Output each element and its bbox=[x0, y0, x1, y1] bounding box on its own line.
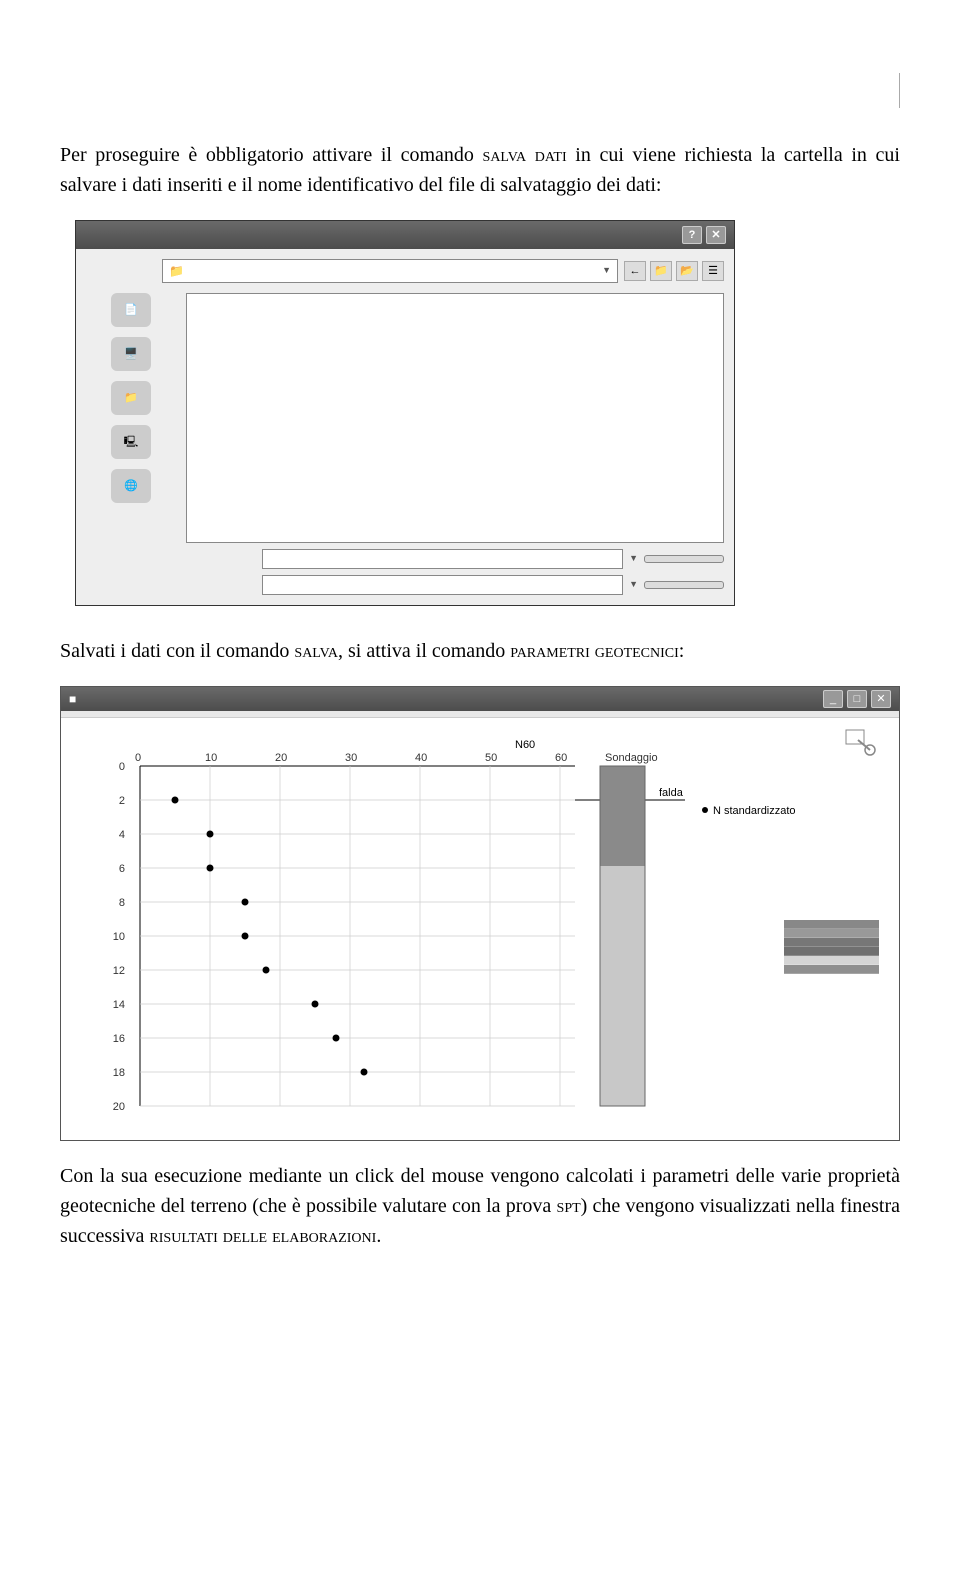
nav-view-button[interactable]: ☰ bbox=[702, 261, 724, 281]
svg-text:2: 2 bbox=[119, 795, 125, 807]
svg-text:N standardizzato: N standardizzato bbox=[713, 805, 796, 817]
cancel-button[interactable] bbox=[644, 581, 724, 589]
save-button[interactable] bbox=[644, 555, 724, 563]
chevron-down-icon[interactable]: ▼ bbox=[629, 578, 638, 592]
save-file-dialog: ? ✕ 📁 ▼ ← 📁 📂 ☰ bbox=[75, 220, 735, 606]
svg-text:18: 18 bbox=[113, 1067, 125, 1079]
minimize-button[interactable]: _ bbox=[823, 690, 843, 708]
chevron-down-icon: ▼ bbox=[602, 264, 611, 278]
svg-text:0: 0 bbox=[135, 752, 141, 764]
legend-item bbox=[784, 938, 879, 947]
desktop-icon: 🖥️ bbox=[111, 337, 151, 371]
lithology-legend bbox=[784, 916, 879, 974]
documents-icon: 📁 bbox=[111, 381, 151, 415]
chart-window: ■ _ □ ✕ N60 bbox=[60, 686, 900, 1141]
computer-icon: 🖳 bbox=[111, 425, 151, 459]
chevron-down-icon[interactable]: ▼ bbox=[629, 552, 638, 566]
svg-text:10: 10 bbox=[205, 752, 217, 764]
svg-text:falda: falda bbox=[659, 787, 684, 799]
svg-text:30: 30 bbox=[345, 752, 357, 764]
close-button[interactable]: ✕ bbox=[871, 690, 891, 708]
maximize-button[interactable]: □ bbox=[847, 690, 867, 708]
legend-item bbox=[784, 965, 879, 974]
network-icon: 🌐 bbox=[111, 469, 151, 503]
svg-text:10: 10 bbox=[113, 931, 125, 943]
filetype-combo[interactable] bbox=[262, 575, 623, 595]
svg-text:0: 0 bbox=[119, 761, 125, 773]
filename-input[interactable] bbox=[262, 549, 623, 569]
chart-menubar bbox=[61, 711, 899, 718]
svg-text:4: 4 bbox=[119, 829, 125, 841]
svg-text:14: 14 bbox=[113, 999, 125, 1011]
nav-newfolder-button[interactable]: 📂 bbox=[676, 261, 698, 281]
help-button[interactable]: ? bbox=[682, 226, 702, 244]
legend-item bbox=[784, 929, 879, 938]
nav-up-button[interactable]: 📁 bbox=[650, 261, 672, 281]
place-recent[interactable]: 📄 bbox=[86, 293, 176, 329]
svg-text:12: 12 bbox=[113, 965, 125, 977]
svg-text:60: 60 bbox=[555, 752, 567, 764]
svg-text:8: 8 bbox=[119, 897, 125, 909]
place-computer[interactable]: 🖳 bbox=[86, 425, 176, 461]
file-list[interactable] bbox=[186, 293, 724, 543]
close-button[interactable]: ✕ bbox=[706, 226, 726, 244]
chapter-header bbox=[60, 65, 900, 100]
place-desktop[interactable]: 🖥️ bbox=[86, 337, 176, 373]
svg-text:20: 20 bbox=[113, 1101, 125, 1113]
legend-item bbox=[784, 920, 879, 929]
chart-footer bbox=[76, 1122, 884, 1130]
chart-titlebar: ■ _ □ ✕ bbox=[61, 687, 899, 711]
dialog-titlebar: ? ✕ bbox=[76, 221, 734, 249]
legend-item bbox=[784, 947, 879, 956]
svg-text:20: 20 bbox=[275, 752, 287, 764]
place-network[interactable]: 🌐 bbox=[86, 469, 176, 505]
svg-text:16: 16 bbox=[113, 1033, 125, 1045]
svg-text:50: 50 bbox=[485, 752, 497, 764]
recent-icon: 📄 bbox=[111, 293, 151, 327]
places-sidebar: 📄 🖥️ 📁 🖳 🌐 bbox=[86, 293, 176, 595]
chart-plot: N60 0 10 20 30 40 50 60 Sondaggio bbox=[86, 736, 884, 1116]
paragraph-3: Con la sua esecuzione mediante un click … bbox=[60, 1161, 900, 1251]
save-in-combo[interactable]: 📁 ▼ bbox=[162, 259, 618, 283]
svg-text:Sondaggio: Sondaggio bbox=[605, 752, 658, 764]
n60-label: N60 bbox=[515, 739, 535, 751]
svg-text:40: 40 bbox=[415, 752, 427, 764]
divider-vertical bbox=[899, 73, 900, 108]
paragraph-2: Salvati i dati con il comando salva, si … bbox=[60, 636, 900, 666]
paragraph-1: Per proseguire è obbligatorio attivare i… bbox=[60, 140, 900, 200]
svg-text:6: 6 bbox=[119, 863, 125, 875]
legend-item bbox=[784, 956, 879, 965]
nav-back-button[interactable]: ← bbox=[624, 261, 646, 281]
place-documents[interactable]: 📁 bbox=[86, 381, 176, 417]
